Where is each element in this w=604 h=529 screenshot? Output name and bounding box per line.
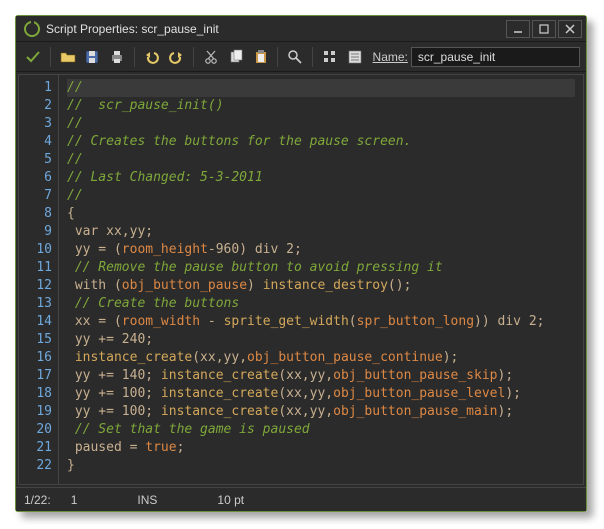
- code-area[interactable]: //// scr_pause_init()//// Creates the bu…: [59, 75, 583, 484]
- separator: [193, 47, 194, 67]
- code-line[interactable]: yy += 140; instance_create(xx,yy,obj_but…: [67, 367, 575, 385]
- separator: [277, 47, 278, 67]
- window: Script Properties: scr_pause_init Name: …: [15, 15, 587, 512]
- window-title: Script Properties: scr_pause_init: [46, 22, 506, 36]
- code-line[interactable]: yy += 100; instance_create(xx,yy,obj_but…: [67, 403, 575, 421]
- status-font: 10 pt: [217, 493, 244, 507]
- code-line[interactable]: //: [67, 187, 575, 205]
- status-position: 1/22:: [24, 493, 51, 507]
- code-line[interactable]: // Creates the buttons for the pause scr…: [67, 133, 575, 151]
- code-line[interactable]: // Set that the game is paused: [67, 421, 575, 439]
- code-line[interactable]: paused = true;: [67, 439, 575, 457]
- code-line[interactable]: yy += 240;: [67, 331, 575, 349]
- status-column: 1: [71, 493, 78, 507]
- code-line[interactable]: // Last Changed: 5-3-2011: [67, 169, 575, 187]
- code-line[interactable]: xx = (room_width - sprite_get_width(spr_…: [67, 313, 575, 331]
- window-controls: [506, 20, 582, 38]
- find-button[interactable]: [284, 46, 306, 68]
- code-line[interactable]: yy += 100; instance_create(xx,yy,obj_but…: [67, 385, 575, 403]
- confirm-button[interactable]: [22, 46, 44, 68]
- maximize-button[interactable]: [532, 20, 556, 38]
- redo-button[interactable]: [166, 46, 188, 68]
- minimize-button[interactable]: [506, 20, 530, 38]
- cut-button[interactable]: [200, 46, 222, 68]
- script-list-button[interactable]: [344, 46, 366, 68]
- code-line[interactable]: //: [67, 79, 575, 97]
- save-button[interactable]: [81, 46, 103, 68]
- code-editor[interactable]: 12345678910111213141516171819202122 ////…: [18, 74, 584, 485]
- name-input[interactable]: [411, 47, 580, 67]
- name-label: Name:: [373, 50, 408, 64]
- code-line[interactable]: //: [67, 115, 575, 133]
- close-button[interactable]: [558, 20, 582, 38]
- titlebar[interactable]: Script Properties: scr_pause_init: [16, 16, 586, 42]
- separator: [134, 47, 135, 67]
- app-icon: [24, 21, 40, 37]
- code-line[interactable]: //: [67, 151, 575, 169]
- paste-button[interactable]: [250, 46, 272, 68]
- undo-button[interactable]: [141, 46, 163, 68]
- code-line[interactable]: instance_create(xx,yy,obj_button_pause_c…: [67, 349, 575, 367]
- code-line[interactable]: // Remove the pause button to avoid pres…: [67, 259, 575, 277]
- statusbar: 1/22: 1 INS 10 pt: [16, 487, 586, 511]
- line-gutter: 12345678910111213141516171819202122: [19, 75, 59, 484]
- code-line[interactable]: // scr_pause_init(): [67, 97, 575, 115]
- open-button[interactable]: [57, 46, 79, 68]
- separator: [312, 47, 313, 67]
- goto-button[interactable]: [319, 46, 341, 68]
- status-mode: INS: [137, 493, 157, 507]
- code-line[interactable]: yy = (room_height-960) div 2;: [67, 241, 575, 259]
- code-line[interactable]: }: [67, 457, 575, 475]
- code-line[interactable]: with (obj_button_pause) instance_destroy…: [67, 277, 575, 295]
- separator: [50, 47, 51, 67]
- print-button[interactable]: [106, 46, 128, 68]
- code-line[interactable]: {: [67, 205, 575, 223]
- code-line[interactable]: var xx,yy;: [67, 223, 575, 241]
- copy-button[interactable]: [225, 46, 247, 68]
- code-line[interactable]: // Create the buttons: [67, 295, 575, 313]
- toolbar: Name:: [16, 42, 586, 72]
